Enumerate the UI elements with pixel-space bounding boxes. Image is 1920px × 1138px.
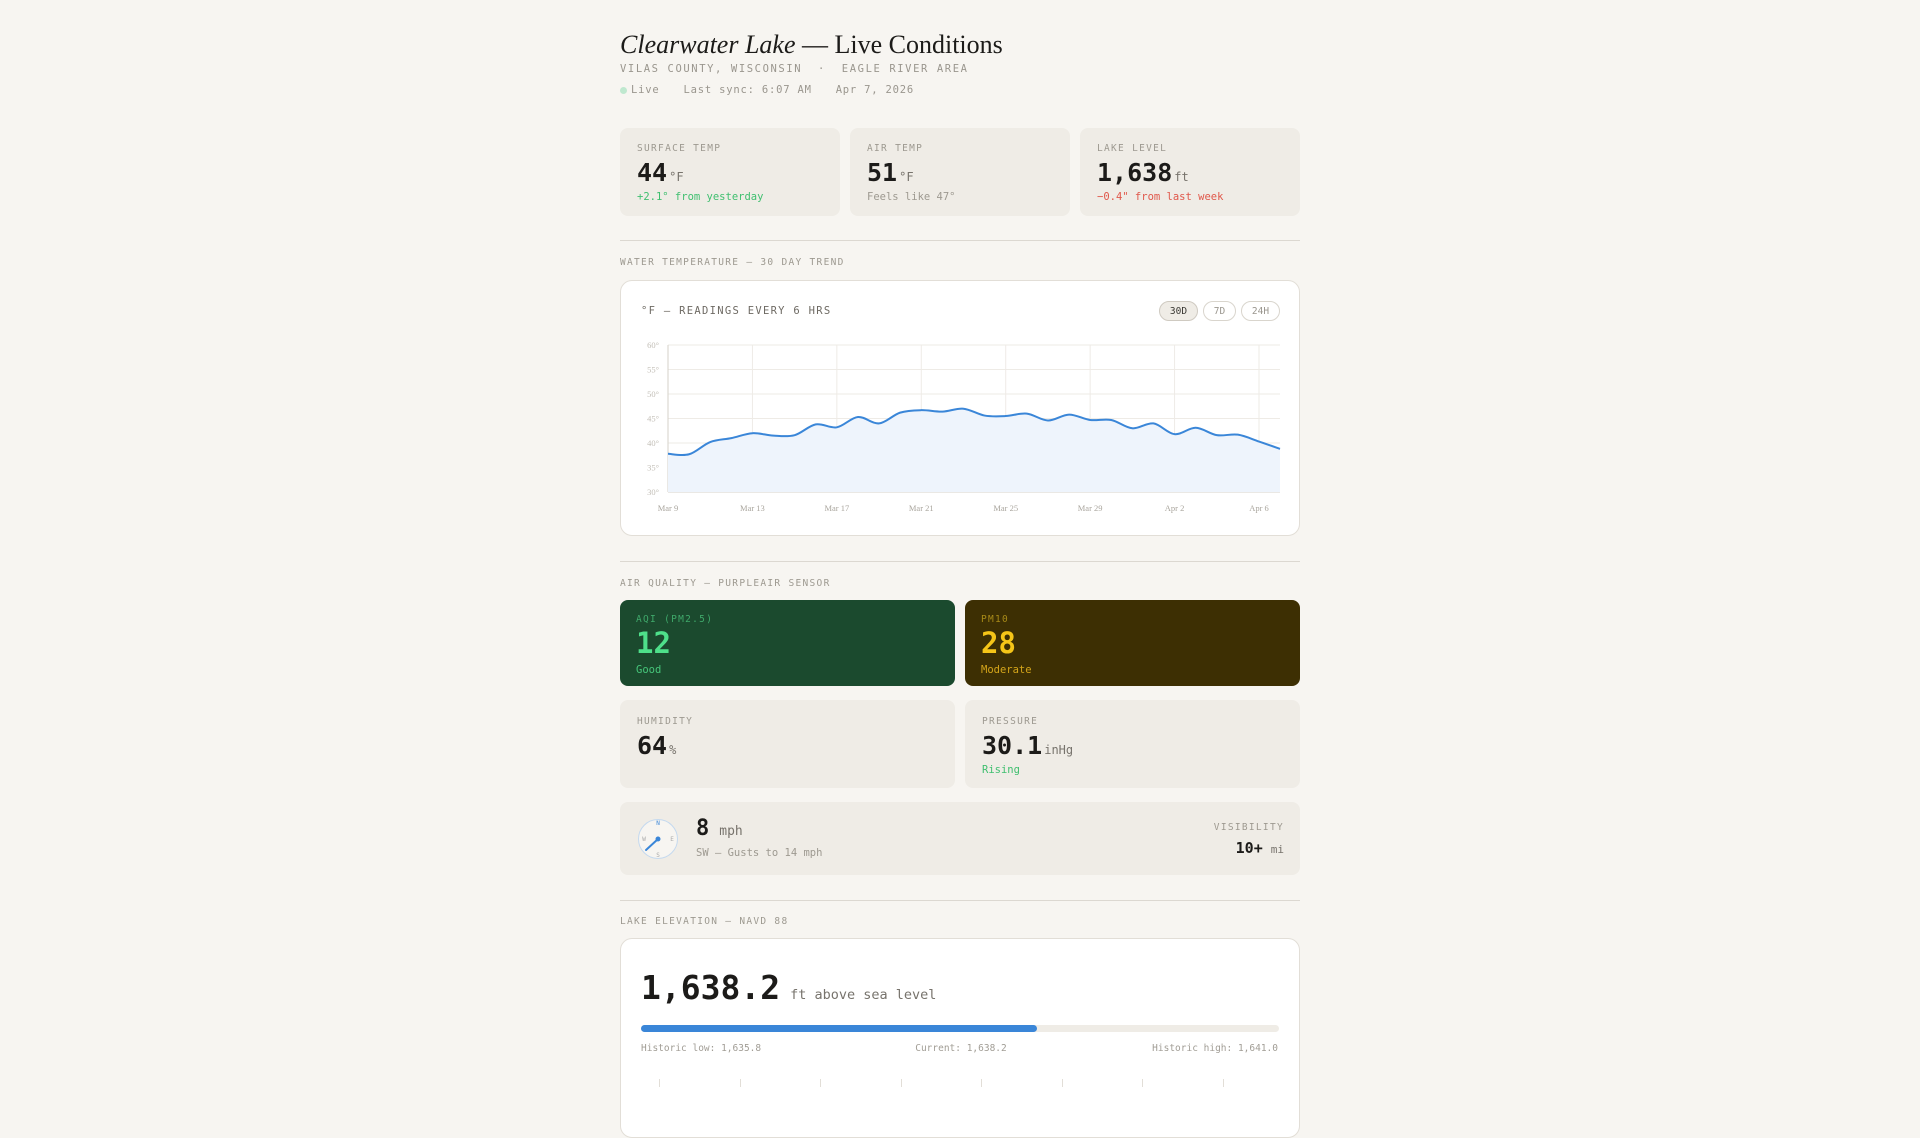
pressure-trend: Rising <box>982 764 1020 776</box>
x-tick-label: Mar 21 <box>909 503 934 513</box>
wind-card: N E S W 8 mph SW — Gusts to 14 mph VISIBI… <box>620 802 1300 875</box>
last-sync: Last sync: 6:07 AM <box>683 84 812 96</box>
section-label: WATER TEMPERATURE — 30 DAY TREND <box>620 257 845 268</box>
elevation-bar <box>641 1025 1279 1032</box>
divider <box>620 561 1300 562</box>
tick-mark <box>659 1079 660 1087</box>
pressure-unit: inHg <box>1044 743 1074 757</box>
location: VILAS COUNTY, WISCONSIN · EAGLE RIVER AR… <box>620 63 969 75</box>
compass-w: W <box>642 836 646 843</box>
wind-unit: mph <box>719 824 743 839</box>
pm10-label: PM10 <box>981 614 1010 625</box>
x-tick-label: Mar 17 <box>824 503 849 513</box>
pressure-card: PRESSURE 30.1 inHg Rising <box>965 700 1300 788</box>
visibility-value: 10+ <box>1235 839 1263 857</box>
stat-note: Feels like 47° <box>867 191 956 203</box>
elevation-bar-fill <box>641 1025 1037 1032</box>
stat-value: 1,638 <box>1097 158 1173 187</box>
pressure-label: PRESSURE <box>982 716 1039 727</box>
pressure-value: 30.1 <box>982 731 1043 760</box>
y-tick-label: 30° <box>647 487 659 497</box>
date: Apr 7, 2026 <box>835 84 915 96</box>
compass-e: E <box>670 836 674 843</box>
x-tick-label: Mar 25 <box>993 503 1018 513</box>
tick-mark <box>1061 1079 1063 1087</box>
visibility-label: VISIBILITY <box>1213 822 1284 833</box>
y-tick-label: 35° <box>647 463 659 473</box>
humidity-card: HUMIDITY 64% <box>620 700 955 788</box>
x-tick-label: Apr 6 <box>1249 503 1269 513</box>
y-tick-label: 60° <box>647 340 659 350</box>
aqi-label: AQI (PM2.5) <box>636 614 714 625</box>
aqi-status: Good <box>636 664 662 676</box>
section-label: LAKE ELEVATION — NAVD 88 <box>620 916 789 927</box>
pm10-value: 28 <box>981 626 1016 660</box>
elevation-unit: ft above sea level <box>790 987 937 1003</box>
aqi-value: 12 <box>636 626 671 660</box>
compass-icon: N E S W <box>638 819 678 859</box>
x-tick-label: Apr 2 <box>1165 503 1185 513</box>
stat-label: LAKE LEVEL <box>1097 143 1168 154</box>
water-temp-chart-card: °F — READINGS EVERY 6 HRS 30D 7D 24H 60°… <box>620 280 1300 536</box>
tick-mark <box>1222 1079 1224 1087</box>
wind-speed: 8 <box>696 816 710 841</box>
visibility-unit: mi <box>1270 843 1284 856</box>
title-suffix: — Live Conditions <box>795 30 1003 59</box>
x-tick-label: Mar 9 <box>658 503 679 513</box>
surface-temp-card: SURFACE TEMP 44 °F +2.1° from yesterday <box>620 128 840 216</box>
divider <box>620 240 1300 241</box>
elevation-card: 1,638.2 ft above sea level Historic low: … <box>620 938 1300 1138</box>
pm10-status: Moderate <box>981 664 1032 676</box>
pm10-card: PM10 28 Moderate <box>965 600 1300 686</box>
x-tick-label: Mar 13 <box>740 503 765 513</box>
tick-mark <box>900 1079 902 1087</box>
y-tick-label: 50° <box>647 389 659 399</box>
lake-level-card: LAKE LEVEL 1,638 ft −0.4" from last week <box>1080 128 1300 216</box>
x-tick-label: Mar 29 <box>1078 503 1103 513</box>
stat-note: +2.1° from yesterday <box>637 191 764 203</box>
humidity-label: HUMIDITY <box>637 716 694 727</box>
divider <box>620 900 1300 901</box>
stat-label: AIR TEMP <box>867 143 924 154</box>
stat-unit: °F <box>669 170 684 184</box>
y-tick-label: 45° <box>647 414 659 424</box>
area-fill <box>668 408 1280 492</box>
aqi-card: AQI (PM2.5) 12 Good <box>620 600 955 686</box>
compass-s: S <box>656 852 660 859</box>
stat-unit: °F <box>899 170 914 184</box>
historic-high: Historic high: 1,641.0 <box>1152 1043 1278 1054</box>
stat-value: 44 <box>637 158 668 187</box>
tick-mark <box>820 1079 821 1087</box>
tick-mark <box>1142 1079 1143 1087</box>
y-tick-label: 40° <box>647 438 659 448</box>
wind-detail: SW — Gusts to 14 mph <box>696 847 823 859</box>
lake-name: Clearwater Lake <box>620 30 796 59</box>
water-temp-chart: 60° 55° 50° 45° 40° 35° 30° Mar 9 Mar 13 Mar 17 Ma… <box>647 340 1281 513</box>
air-temp-card: AIR TEMP 51 °F Feels like 47° <box>850 128 1070 216</box>
live-dot-icon <box>620 86 627 94</box>
compass-n: N <box>656 820 660 827</box>
stat-label: SURFACE TEMP <box>637 143 722 154</box>
tick-mark <box>981 1079 982 1087</box>
tick-mark <box>739 1079 741 1087</box>
page-title: Clearwater Lake — Live Conditions <box>620 30 1003 60</box>
section-label: AIR QUALITY — PURPLEAIR SENSOR <box>620 578 831 589</box>
stat-note: −0.4" from last week <box>1097 191 1224 203</box>
humidity-value: 64 <box>637 731 668 760</box>
humidity-unit: % <box>669 743 677 757</box>
status-line: Live Last sync: 6:07 AM Apr 7, 2026 <box>620 84 914 96</box>
stat-value: 51 <box>867 158 898 187</box>
live-label: Live <box>631 84 660 96</box>
stat-unit: ft <box>1174 170 1189 184</box>
elevation-value: 1,638.2 <box>641 968 781 1007</box>
y-tick-label: 55° <box>647 365 659 375</box>
